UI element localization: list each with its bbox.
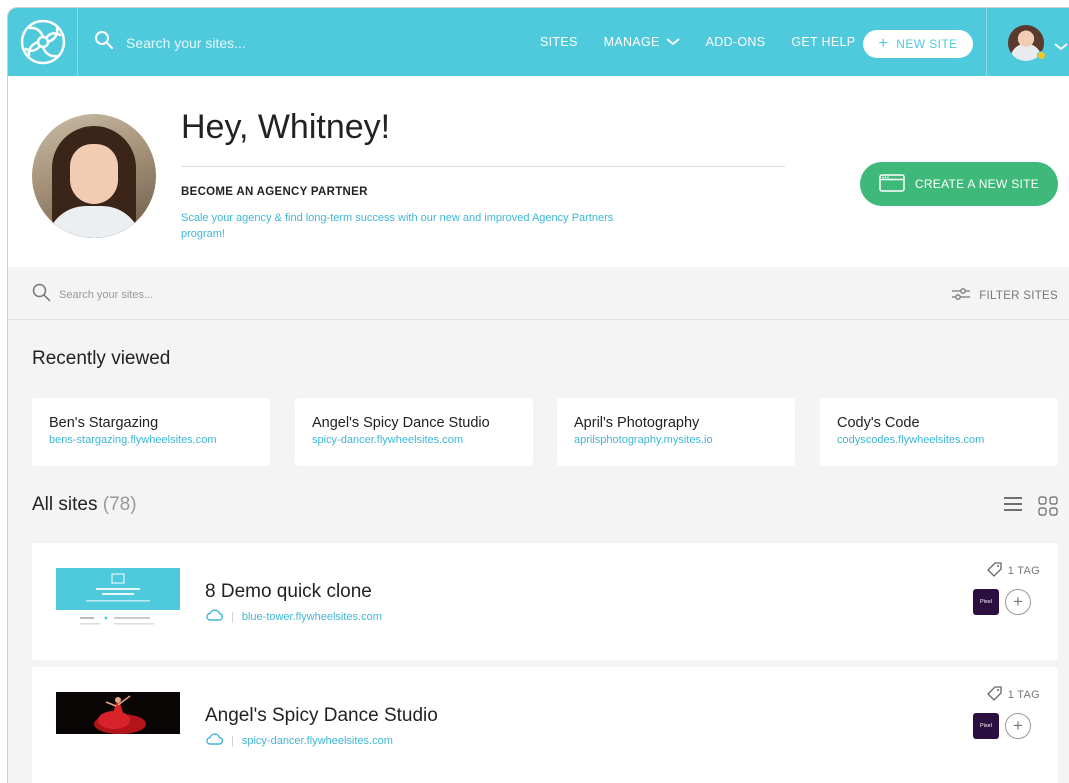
- tag-icon: [986, 562, 1002, 580]
- profile-photo: [32, 114, 156, 238]
- site-thumbnail: [56, 568, 180, 625]
- chevron-down-icon[interactable]: [1054, 38, 1068, 56]
- nav-link-get-help[interactable]: GET HELP: [791, 35, 855, 49]
- site-url[interactable]: blue-tower.flywheelsites.com: [242, 611, 382, 623]
- all-sites-title: All sites (78): [32, 494, 137, 516]
- site-search-input[interactable]: [59, 289, 259, 301]
- tag-count[interactable]: 1 TAG: [986, 562, 1040, 580]
- search-icon: [94, 30, 114, 55]
- nav-link-add-ons-label: ADD-ONS: [705, 35, 766, 49]
- plus-icon: +: [878, 35, 889, 52]
- site-meta: | spicy-dancer.flywheelsites.com: [205, 733, 393, 748]
- list-view-icon[interactable]: [1003, 496, 1023, 512]
- recent-site-card[interactable]: Cody's Code codyscodes.flywheelsites.com: [820, 398, 1058, 466]
- site-meta: | blue-tower.flywheelsites.com: [205, 609, 382, 624]
- site-name[interactable]: 8 Demo quick clone: [205, 581, 372, 603]
- nav-link-manage[interactable]: MANAGE: [604, 35, 680, 49]
- tag-count-label: 1 TAG: [1007, 565, 1040, 577]
- browser-window-icon: [879, 173, 905, 195]
- recent-site-url: spicy-dancer.flywheelsites.com: [312, 434, 464, 446]
- top-search-bar[interactable]: [94, 30, 326, 55]
- cloud-icon: [205, 733, 224, 748]
- greeting-title: Hey, Whitney!: [181, 108, 391, 146]
- create-new-site-button[interactable]: CREATE A NEW SITE: [860, 162, 1058, 206]
- filter-bar: FILTER SITES: [8, 267, 1069, 320]
- recent-site-card[interactable]: Angel's Spicy Dance Studio spicy-dancer.…: [295, 398, 533, 466]
- meta-separator: |: [231, 734, 234, 747]
- recent-site-card[interactable]: April's Photography aprilsphotography.my…: [557, 398, 795, 466]
- pixel-plugin-badge[interactable]: Pixel: [973, 713, 999, 739]
- search-icon: [32, 283, 51, 307]
- recently-viewed-title: Recently viewed: [32, 348, 171, 369]
- app-window: SITES MANAGE ADD-ONS GET HELP + NEW SITE…: [7, 7, 1069, 783]
- recent-site-url: bens-stargazing.flywheelsites.com: [49, 434, 217, 446]
- recent-site-name: Angel's Spicy Dance Studio: [312, 415, 490, 431]
- status-indicator-dot: [1037, 51, 1046, 60]
- cloud-icon: [205, 609, 224, 624]
- nav-link-sites-label: SITES: [540, 35, 578, 49]
- recent-site-name: Ben's Stargazing: [49, 415, 159, 431]
- tag-count[interactable]: 1 TAG: [986, 686, 1040, 704]
- dashboard-header: Hey, Whitney! BECOME AN AGENCY PARTNER S…: [8, 76, 1069, 267]
- nav-link-manage-label: MANAGE: [603, 35, 660, 49]
- nav-link-get-help-label: GET HELP: [791, 35, 856, 49]
- filter-sites-label: FILTER SITES: [979, 289, 1058, 302]
- nav-link-sites[interactable]: SITES: [540, 35, 578, 49]
- chevron-down-icon: [666, 35, 680, 49]
- all-sites-count: (78): [102, 494, 137, 515]
- grid-view-icon[interactable]: [1038, 496, 1058, 516]
- site-name[interactable]: Angel's Spicy Dance Studio: [205, 705, 438, 727]
- recent-site-name: Cody's Code: [837, 415, 920, 431]
- site-thumbnail: [56, 692, 180, 734]
- filter-sliders-icon: [951, 287, 971, 304]
- main-nav-links: SITES MANAGE ADD-ONS GET HELP: [540, 8, 855, 76]
- top-navigation-bar: SITES MANAGE ADD-ONS GET HELP + NEW SITE: [8, 8, 1069, 76]
- add-circle-icon[interactable]: +: [1005, 713, 1031, 739]
- create-new-site-label: CREATE A NEW SITE: [914, 177, 1040, 191]
- recent-site-url: codyscodes.flywheelsites.com: [837, 434, 985, 446]
- new-site-label: NEW SITE: [896, 37, 958, 51]
- flywheel-logo-icon[interactable]: [8, 8, 78, 76]
- meta-separator: |: [231, 610, 234, 623]
- recent-site-name: April's Photography: [574, 415, 700, 431]
- tag-icon: [986, 686, 1002, 704]
- site-url[interactable]: spicy-dancer.flywheelsites.com: [242, 735, 393, 747]
- pixel-plugin-badge[interactable]: Pixel: [973, 589, 999, 615]
- site-row[interactable]: Angel's Spicy Dance Studio | spicy-dance…: [32, 667, 1058, 783]
- recent-site-url: aprilsphotography.mysites.io: [574, 434, 713, 446]
- top-search-input[interactable]: [126, 34, 326, 51]
- recent-site-card[interactable]: Ben's Stargazing bens-stargazing.flywhee…: [32, 398, 270, 466]
- add-circle-icon[interactable]: +: [1005, 589, 1031, 615]
- nav-link-add-ons[interactable]: ADD-ONS: [706, 35, 766, 49]
- site-search[interactable]: [32, 283, 259, 307]
- pixel-plugin-badge-label: Pixel: [980, 723, 992, 729]
- site-row[interactable]: 8 Demo quick clone | blue-tower.flywheel…: [32, 543, 1058, 660]
- partner-link[interactable]: Scale your agency & find long-term succe…: [181, 210, 621, 242]
- header-divider: [181, 166, 785, 167]
- new-site-button[interactable]: + NEW SITE: [863, 30, 973, 58]
- all-sites-label: All sites: [32, 494, 98, 515]
- partner-heading: BECOME AN AGENCY PARTNER: [181, 186, 368, 198]
- nav-divider: [986, 8, 987, 76]
- pixel-plugin-badge-label: Pixel: [980, 599, 992, 605]
- filter-sites-button[interactable]: FILTER SITES: [951, 287, 1058, 304]
- tag-count-label: 1 TAG: [1007, 689, 1040, 701]
